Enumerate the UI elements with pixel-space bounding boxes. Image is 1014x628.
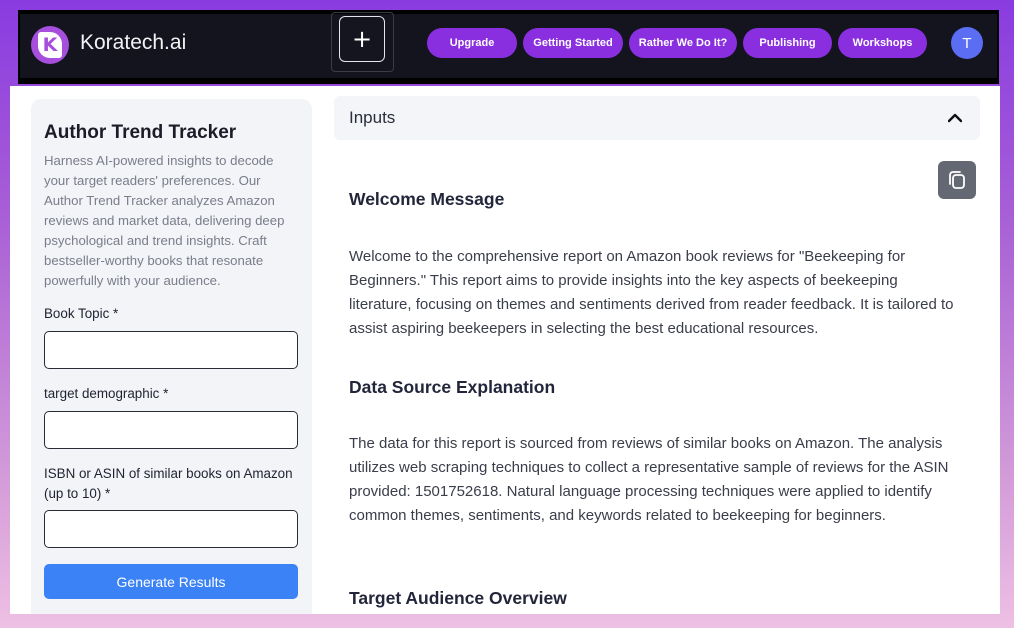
copy-button[interactable] xyxy=(938,161,976,199)
isbn-asin-label: ISBN or ASIN of similar books on Amazon … xyxy=(44,466,293,501)
top-navigation-bar: K Koratech.ai + Upgrade Getting Started … xyxy=(18,10,999,84)
nav-upgrade-button[interactable]: Upgrade xyxy=(427,28,517,58)
nav-rather-we-do-it-button[interactable]: Rather We Do It? xyxy=(629,28,737,58)
target-demographic-input[interactable] xyxy=(44,411,298,449)
inputs-label: Inputs xyxy=(349,108,396,127)
tool-description: Harness AI-powered insights to decode yo… xyxy=(44,153,285,288)
new-item-button[interactable]: + xyxy=(339,16,385,62)
book-topic-label: Book Topic * xyxy=(44,306,119,321)
section-heading-welcome: Welcome Message xyxy=(349,189,505,209)
brand-name[interactable]: Koratech.ai xyxy=(80,31,186,55)
nav-getting-started-button[interactable]: Getting Started xyxy=(523,28,623,58)
book-topic-input[interactable] xyxy=(44,331,298,369)
copy-icon xyxy=(949,171,965,189)
section-body-data-source: The data for this report is sourced from… xyxy=(349,435,949,524)
section-heading-target-audience: Target Audience Overview xyxy=(349,588,567,608)
inputs-accordion-header[interactable]: Inputs xyxy=(334,96,980,140)
section-body-welcome: Welcome to the comprehensive report on A… xyxy=(349,248,954,337)
top-navigation-inner: K Koratech.ai + Upgrade Getting Started … xyxy=(20,12,997,78)
generate-results-button[interactable]: Generate Results xyxy=(44,564,298,599)
target-demographic-label: target demographic * xyxy=(44,386,169,401)
section-heading-data-source: Data Source Explanation xyxy=(349,377,556,397)
main-content-area: Author Trend Tracker Harness AI-powered … xyxy=(10,86,1000,614)
nav-publishing-button[interactable]: Publishing xyxy=(743,28,832,58)
koratech-logo-icon[interactable]: K xyxy=(31,26,69,64)
chevron-up-icon[interactable] xyxy=(948,111,962,125)
user-avatar[interactable]: T xyxy=(951,27,983,59)
nav-workshops-button[interactable]: Workshops xyxy=(838,28,927,58)
isbn-asin-input[interactable] xyxy=(44,510,298,548)
logo-letter: K xyxy=(38,32,62,58)
tool-title: Author Trend Tracker xyxy=(44,122,237,143)
tool-sidebar: Author Trend Tracker Harness AI-powered … xyxy=(31,99,312,614)
